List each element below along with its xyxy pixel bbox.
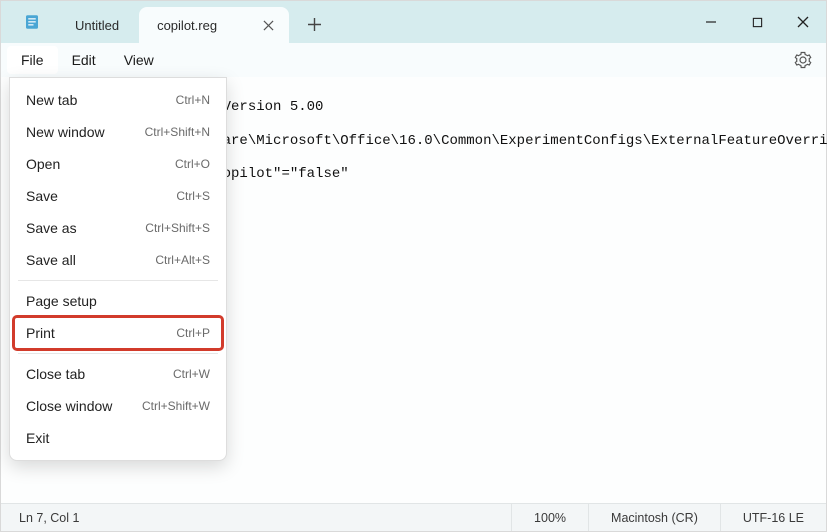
menu-item-label: New tab <box>26 92 77 108</box>
menu-item-close-tab[interactable]: Close tab Ctrl+W <box>14 358 222 390</box>
titlebar: Untitled copilot.reg <box>1 1 826 43</box>
menu-item-label: New window <box>26 124 105 140</box>
app-window: Untitled copilot.reg File Edit View <box>0 0 827 532</box>
minimize-button[interactable] <box>688 1 734 43</box>
menu-item-label: Close window <box>26 398 112 414</box>
menu-item-shortcut: Ctrl+O <box>175 157 210 171</box>
menu-item-shortcut: Ctrl+Shift+S <box>145 221 210 235</box>
gear-icon <box>794 51 812 69</box>
window-controls <box>688 1 826 43</box>
menu-item-label: Open <box>26 156 60 172</box>
menu-item-label: Print <box>26 325 55 341</box>
menu-item-label: Close tab <box>26 366 85 382</box>
menu-item-label: Save all <box>26 252 76 268</box>
tab-copilot-reg[interactable]: copilot.reg <box>139 7 289 43</box>
menu-item-page-setup[interactable]: Page setup <box>14 285 222 317</box>
menu-item-label: Save as <box>26 220 77 236</box>
close-window-button[interactable] <box>780 1 826 43</box>
menu-item-label: Page setup <box>26 293 97 309</box>
tab-label: Untitled <box>75 18 119 33</box>
menubar: File Edit View <box>1 43 826 77</box>
new-tab-button[interactable] <box>297 7 331 41</box>
notepad-app-icon <box>23 13 41 31</box>
menu-item-new-tab[interactable]: New tab Ctrl+N <box>14 84 222 116</box>
menu-item-close-window[interactable]: Close window Ctrl+Shift+W <box>14 390 222 422</box>
maximize-button[interactable] <box>734 1 780 43</box>
status-cursor-position: Ln 7, Col 1 <box>1 511 97 525</box>
menu-item-exit[interactable]: Exit <box>14 422 222 454</box>
menu-item-shortcut: Ctrl+S <box>176 189 210 203</box>
menu-item-new-window[interactable]: New window Ctrl+Shift+N <box>14 116 222 148</box>
menu-item-save-as[interactable]: Save as Ctrl+Shift+S <box>14 212 222 244</box>
menu-item-shortcut: Ctrl+Alt+S <box>155 253 210 267</box>
editor-area[interactable]: Windows Registry Editor Version 5.00 [HK… <box>1 77 826 503</box>
menu-item-shortcut: Ctrl+N <box>176 93 210 107</box>
menu-item-label: Exit <box>26 430 49 446</box>
menu-item-open[interactable]: Open Ctrl+O <box>14 148 222 180</box>
tab-untitled[interactable]: Untitled <box>57 7 137 43</box>
statusbar: Ln 7, Col 1 100% Macintosh (CR) UTF-16 L… <box>1 503 826 531</box>
file-menu-dropdown: New tab Ctrl+N New window Ctrl+Shift+N O… <box>9 77 227 461</box>
menu-item-shortcut: Ctrl+W <box>173 367 210 381</box>
menu-separator <box>18 353 218 354</box>
status-zoom[interactable]: 100% <box>511 504 588 531</box>
settings-button[interactable] <box>790 47 816 73</box>
menu-item-shortcut: Ctrl+Shift+N <box>145 125 210 139</box>
menu-item-label: Save <box>26 188 58 204</box>
close-tab-icon[interactable] <box>257 14 279 36</box>
menu-separator <box>18 280 218 281</box>
menu-item-save[interactable]: Save Ctrl+S <box>14 180 222 212</box>
menu-view[interactable]: View <box>110 46 168 74</box>
menu-item-shortcut: Ctrl+Shift+W <box>142 399 210 413</box>
menu-item-shortcut: Ctrl+P <box>176 326 210 340</box>
menu-item-save-all[interactable]: Save all Ctrl+Alt+S <box>14 244 222 276</box>
status-encoding[interactable]: UTF-16 LE <box>720 504 826 531</box>
menu-file[interactable]: File <box>7 46 58 74</box>
status-line-ending[interactable]: Macintosh (CR) <box>588 504 720 531</box>
menu-edit[interactable]: Edit <box>58 46 110 74</box>
tab-label: copilot.reg <box>157 18 217 33</box>
menu-item-print[interactable]: Print Ctrl+P <box>14 317 222 349</box>
